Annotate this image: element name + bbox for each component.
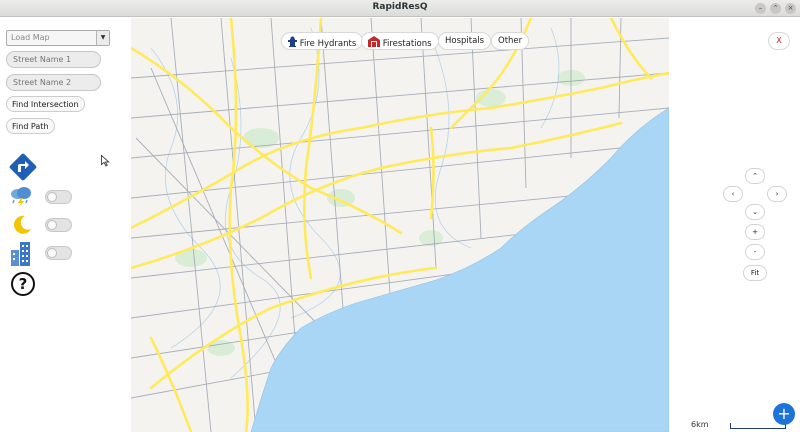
- load-map-select[interactable]: Load Map ▼: [6, 30, 110, 46]
- right-panel: X ⌃ ‹ › ⌄ + - Fit 6km +: [669, 18, 800, 432]
- find-intersection-button[interactable]: Find Intersection: [6, 96, 85, 112]
- map-canvas[interactable]: [131, 18, 669, 432]
- street-name-2-input[interactable]: [6, 74, 101, 91]
- night-mode-toggle[interactable]: [45, 218, 72, 232]
- firestations-label: Firestations: [382, 39, 432, 49]
- add-button[interactable]: +: [773, 403, 795, 425]
- lake-water: [250, 107, 669, 432]
- app-window: RapidResQ – ⌃ × Load Map ▼ Find Intersec…: [0, 0, 800, 432]
- buildings-icon: [9, 240, 33, 266]
- directions-icon[interactable]: [8, 152, 38, 182]
- sidebar: Load Map ▼ Find Intersection Find Path: [0, 18, 131, 432]
- pan-down-button[interactable]: ⌄: [745, 204, 765, 220]
- fire-hydrant-icon: [288, 36, 300, 49]
- firestation-icon: [368, 36, 383, 49]
- pan-up-button[interactable]: ⌃: [745, 168, 765, 184]
- close-button[interactable]: X: [768, 32, 790, 50]
- weather-toggle[interactable]: [45, 190, 72, 204]
- mouse-cursor-icon: [101, 152, 110, 171]
- filter-fire-hydrants-button[interactable]: Fire Hydrants: [281, 32, 364, 50]
- map-view[interactable]: Fire Hydrants Firestations Hospitals Oth…: [131, 18, 669, 432]
- pan-left-button[interactable]: ‹: [723, 186, 743, 202]
- toggle-knob: [47, 248, 57, 258]
- moon-icon: [11, 214, 33, 236]
- fire-hydrants-label: Fire Hydrants: [299, 39, 357, 49]
- maximize-button[interactable]: ⌃: [770, 3, 781, 14]
- help-button[interactable]: ?: [11, 272, 35, 296]
- fit-button[interactable]: Fit: [743, 265, 767, 281]
- zoom-out-button[interactable]: -: [745, 244, 765, 260]
- buildings-toggle[interactable]: [45, 246, 72, 260]
- toggle-knob: [47, 220, 57, 230]
- minimize-button[interactable]: –: [755, 3, 766, 14]
- street-name-1-input[interactable]: [6, 51, 101, 68]
- toggle-knob: [47, 192, 57, 202]
- load-map-value: Load Map: [11, 33, 50, 42]
- pan-right-button[interactable]: ›: [767, 186, 787, 202]
- window-title: RapidResQ: [372, 2, 428, 12]
- filter-hospitals-button[interactable]: Hospitals: [438, 32, 492, 50]
- scale-label: 6km: [691, 420, 709, 429]
- scale-bar: [730, 423, 786, 429]
- find-path-button[interactable]: Find Path: [6, 118, 55, 134]
- chevron-down-icon[interactable]: ▼: [96, 31, 109, 45]
- weather-storm-icon: [9, 186, 33, 208]
- filter-firestations-button[interactable]: Firestations: [361, 32, 439, 50]
- title-bar: RapidResQ – ⌃ ×: [0, 0, 800, 17]
- zoom-in-button[interactable]: +: [745, 224, 765, 240]
- close-window-button[interactable]: ×: [785, 3, 796, 14]
- filter-other-button[interactable]: Other: [491, 32, 530, 50]
